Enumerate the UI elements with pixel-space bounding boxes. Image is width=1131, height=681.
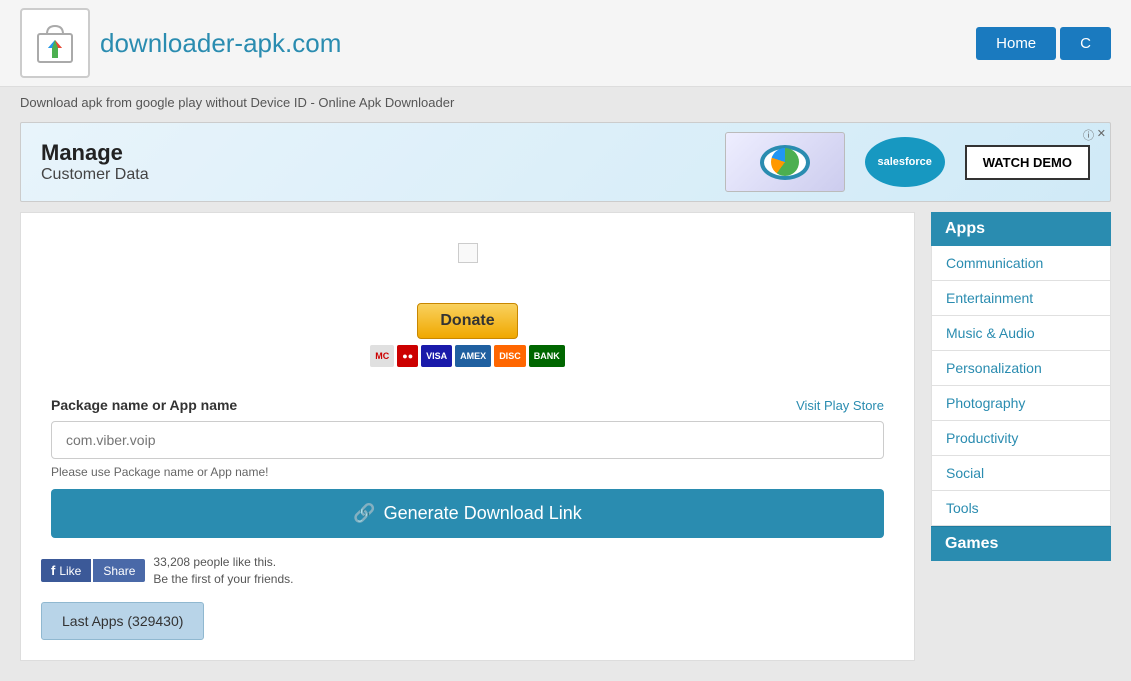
- like-label: Like: [59, 564, 81, 578]
- fb-buttons: f Like Share: [41, 559, 145, 582]
- content-placeholder: [458, 243, 478, 263]
- donate-section: Donate MC ●● VISA AMEX DISC BANK: [41, 233, 894, 377]
- last-apps-button[interactable]: Last Apps (329430): [41, 602, 204, 640]
- home-button[interactable]: Home: [976, 27, 1056, 60]
- header: downloader-apk.com Home C: [0, 0, 1131, 87]
- generate-download-link-button[interactable]: 🔗 Generate Download Link: [51, 489, 884, 538]
- visa-icon: VISA: [421, 345, 452, 367]
- ad-info-icon: ⓘ: [1083, 127, 1094, 143]
- facebook-like-button[interactable]: f Like: [41, 559, 91, 582]
- breadcrumb: Download apk from google play without De…: [0, 87, 1131, 118]
- ad-banner: Manage Customer Data salesforce WATCH DE…: [20, 122, 1111, 202]
- ad-salesforce-logo: salesforce: [865, 137, 945, 187]
- package-name-input[interactable]: [51, 421, 884, 459]
- sidebar-item-photography[interactable]: Photography: [931, 386, 1111, 421]
- logo-box: [20, 8, 90, 78]
- logo-section: downloader-apk.com: [20, 8, 341, 78]
- sidebar-item-music-audio[interactable]: Music & Audio: [931, 316, 1111, 351]
- apps-section-title: Apps: [931, 212, 1111, 246]
- form-header: Package name or App name Visit Play Stor…: [51, 397, 884, 413]
- games-section-title: Games: [931, 526, 1111, 561]
- breadcrumb-text: Download apk from google play without De…: [20, 95, 454, 110]
- visit-play-store-link[interactable]: Visit Play Store: [796, 398, 884, 413]
- sidebar-item-productivity[interactable]: Productivity: [931, 421, 1111, 456]
- ad-manage-text: Manage: [41, 140, 149, 166]
- link-icon: 🔗: [353, 503, 375, 524]
- form-label: Package name or App name: [51, 397, 237, 413]
- amex-icon: AMEX: [455, 345, 491, 367]
- fb-friends-text: Be the first of your friends.: [153, 572, 293, 586]
- discover-icon: DISC: [494, 345, 526, 367]
- facebook-share-button[interactable]: Share: [93, 559, 145, 582]
- sidebar-item-tools[interactable]: Tools: [931, 491, 1111, 526]
- header-nav: Home C: [976, 27, 1111, 60]
- fb-people-count: 33,208 people like this.: [153, 555, 276, 569]
- secondary-nav-button[interactable]: C: [1060, 27, 1111, 60]
- ad-close-icon[interactable]: ✕: [1097, 127, 1106, 140]
- fb-text: 33,208 people like this. Be the first of…: [153, 554, 293, 588]
- logo-icon: [30, 18, 80, 68]
- form-hint: Please use Package name or App name!: [51, 465, 884, 479]
- fb-icon: f: [51, 563, 55, 578]
- form-section: Package name or App name Visit Play Stor…: [41, 397, 894, 538]
- sidebar-item-communication[interactable]: Communication: [931, 246, 1111, 281]
- payment-icons: MC ●● VISA AMEX DISC BANK: [370, 345, 564, 367]
- facebook-like-section: f Like Share 33,208 people like this. Be…: [41, 554, 894, 588]
- generate-btn-label: Generate Download Link: [384, 503, 582, 524]
- content-area: Donate MC ●● VISA AMEX DISC BANK Package…: [20, 212, 915, 661]
- sidebar-item-personalization[interactable]: Personalization: [931, 351, 1111, 386]
- ad-customer-text: Customer Data: [41, 166, 149, 184]
- main-layout: Donate MC ●● VISA AMEX DISC BANK Package…: [0, 212, 1131, 681]
- site-title: downloader-apk.com: [100, 28, 341, 59]
- maestro-icon: ●●: [397, 345, 418, 367]
- sidebar-item-social[interactable]: Social: [931, 456, 1111, 491]
- ad-watch-demo-button[interactable]: WATCH DEMO: [965, 145, 1090, 180]
- donate-button[interactable]: Donate: [417, 303, 517, 339]
- ad-text: Manage Customer Data: [41, 140, 149, 184]
- ad-image-section: salesforce WATCH DEMO: [725, 132, 1090, 192]
- sidebar-item-entertainment[interactable]: Entertainment: [931, 281, 1111, 316]
- mastercard-icon: MC: [370, 345, 394, 367]
- bank-icon: BANK: [529, 345, 565, 367]
- sidebar: Apps Communication Entertainment Music &…: [931, 212, 1111, 661]
